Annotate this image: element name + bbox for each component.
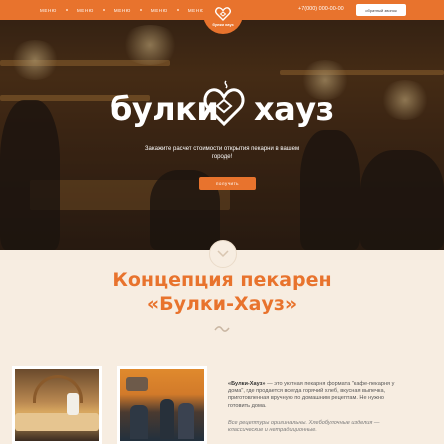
photo-person: [178, 403, 194, 439]
concept-title-line1: Концепция пекарен: [112, 269, 332, 291]
photo-person: [130, 405, 148, 439]
heart-logo-icon: [215, 7, 231, 21]
nav-item-menu-3[interactable]: меню: [114, 8, 131, 13]
photo-person: [67, 393, 79, 415]
concept-description: «Булки-Хауз» — это уютная пекарня формат…: [228, 381, 406, 410]
main-nav: меню меню меню меню меню: [40, 0, 205, 20]
callback-button[interactable]: обратный звонок: [356, 4, 406, 16]
page: булки хауз Закажите расчет стоимости отк…: [0, 0, 444, 444]
phone-number[interactable]: +7(000) 000-00-00: [298, 6, 344, 12]
concept-title: Концепция пекарен «Булки-Хауз»: [0, 268, 444, 316]
bakery-photo-interior: [12, 366, 102, 444]
concept-brand: «Булки-Хауз»: [228, 381, 266, 387]
get-quote-button[interactable]: получить: [199, 177, 256, 190]
wave-divider-icon: [214, 326, 230, 332]
nav-separator: [102, 9, 105, 11]
heart-logo-icon: [203, 80, 245, 127]
bakery-photo-customers: [117, 366, 207, 444]
hero-brand-right: хауз: [254, 90, 334, 128]
concept-note: Все рецептуры оригинальны. Хлебобулочные…: [228, 420, 380, 434]
nav-separator: [65, 9, 68, 11]
nav-item-menu-4[interactable]: меню: [151, 8, 168, 13]
nav-item-menu-1[interactable]: меню: [40, 8, 57, 13]
photo-board: [126, 377, 148, 391]
hero-banner: булки хауз Закажите расчет стоимости отк…: [0, 0, 444, 250]
logo-text: булки хауз: [212, 22, 234, 27]
scroll-down-button[interactable]: [209, 240, 237, 268]
photo-counter: [15, 413, 99, 431]
chevron-down-icon: [217, 250, 229, 258]
concept-title-line2: «Булки-Хауз»: [146, 293, 298, 315]
hero-subtitle: Закажите расчет стоимости открытия пекар…: [144, 146, 300, 160]
nav-separator: [176, 9, 179, 11]
nav-separator: [139, 9, 142, 11]
nav-item-menu-2[interactable]: меню: [77, 8, 94, 13]
photo-person: [160, 399, 174, 439]
